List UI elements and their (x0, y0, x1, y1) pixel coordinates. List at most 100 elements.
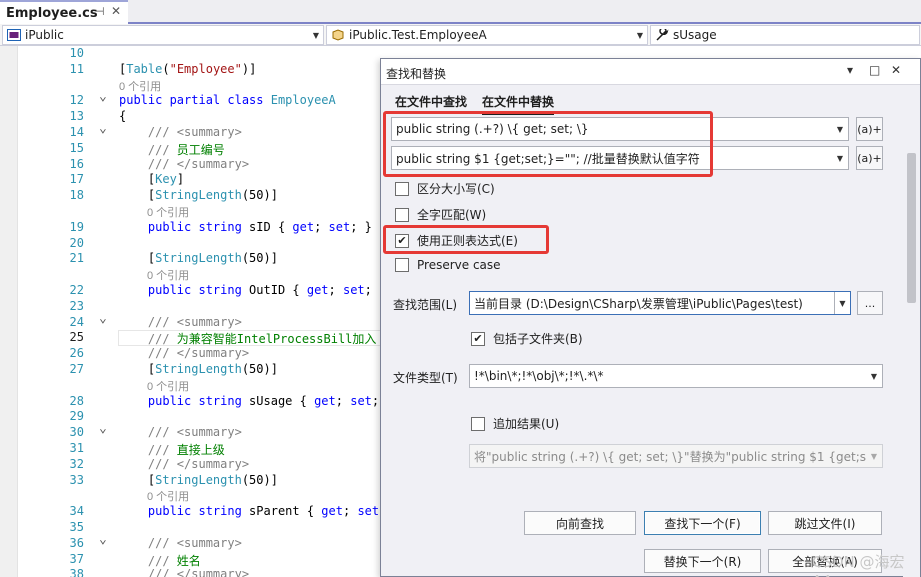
code-text: [Key] (119, 172, 184, 186)
line-number: 18 (69, 188, 84, 203)
replace-next-button[interactable]: 替换下一个(R) (644, 549, 761, 573)
fold-chevron-icon[interactable]: ⌄ (99, 121, 107, 136)
project-dropdown[interactable]: iPublic ▼ (2, 25, 324, 45)
references-label[interactable]: 0 个引用 (147, 488, 189, 504)
results-summary-combo: 将"public string (.+?) \{ get; set; \}"替换… (469, 444, 883, 468)
code-token: public string (119, 219, 250, 234)
dropdown-menu-icon[interactable]: ▾ (847, 63, 853, 77)
code-text: [StringLength(50)] (119, 251, 278, 265)
code-token: (50)] (241, 188, 278, 203)
browse-folder-button[interactable]: ... (857, 291, 883, 315)
tab-find-in-files[interactable]: 在文件中查找 (395, 93, 467, 110)
references-label[interactable]: 0 个引用 (119, 78, 161, 94)
code-token: get (314, 393, 336, 408)
code-token: Table (126, 61, 163, 76)
filetype-combo[interactable]: !*\bin\*;!*\obj\*;!*\.*\* ▼ (469, 364, 883, 388)
dialog-title: 查找和替换 (386, 67, 447, 81)
line-number: 24 (69, 314, 84, 329)
line-number: 27 (69, 362, 84, 376)
scope-label: 查找范围(L) (393, 298, 458, 312)
fold-chevron-icon[interactable]: ⌄ (99, 89, 107, 104)
code-text: /// 员工编号 (119, 141, 225, 158)
include-subfolders-checkbox[interactable]: ✔ (471, 331, 485, 346)
code-text: public string OutID { get; set; } (119, 283, 386, 297)
references-label[interactable]: 0 个引用 (147, 378, 189, 394)
preserve-case-label: Preserve case (417, 258, 501, 272)
line-number: 10 (69, 46, 84, 60)
code-token: ; (371, 393, 380, 408)
references-label[interactable]: 0 个引用 (147, 204, 189, 220)
references-label[interactable]: 0 个引用 (147, 267, 189, 283)
line-number: 36 (69, 535, 84, 550)
code-token: public partial class (119, 93, 271, 108)
chevron-down-icon[interactable]: ▼ (832, 154, 848, 163)
chevron-down-icon[interactable]: ▼ (834, 292, 850, 314)
pin-icon[interactable]: ⊣ (95, 5, 105, 18)
code-token: (50)] (241, 362, 278, 376)
watermark: CSDN @海宏AA (812, 553, 905, 577)
code-text: /// 为兼容智能IntelProcessBill加入 (119, 330, 377, 347)
append-results-option[interactable]: 追加结果(U) (471, 415, 559, 432)
type-dropdown[interactable]: iPublic.Test.EmployeeA ▼ (326, 25, 648, 45)
document-tab-strip: Employee.cs ⊣ ✕ (0, 0, 921, 24)
chevron-down-icon[interactable]: ▼ (866, 372, 882, 381)
find-replace-dialog: 查找和替换 ▾ □ ✕ 在文件中查找 在文件中替换 public string … (380, 58, 921, 577)
match-case-checkbox[interactable] (395, 181, 409, 196)
code-token: public string (119, 504, 250, 519)
scrollbar-thumb[interactable] (907, 153, 916, 303)
line-number: 15 (69, 140, 84, 155)
line-number: 32 (69, 456, 84, 471)
line-number: 13 (69, 109, 84, 124)
fold-chevron-icon[interactable]: ⌄ (99, 532, 107, 547)
find-regex-builder-button[interactable]: (a)+ (856, 117, 883, 141)
line-number: 20 (69, 235, 84, 250)
line-number: 25 (69, 330, 84, 345)
code-token: set (357, 504, 380, 519)
whole-word-option[interactable]: 全字匹配(W) (395, 206, 486, 223)
skip-file-button[interactable]: 跳过文件(I) (768, 511, 882, 535)
line-number: 31 (69, 441, 84, 455)
code-token: 直接上级 (176, 443, 225, 457)
type-dropdown-value: iPublic.Test.EmployeeA (349, 28, 487, 42)
preserve-case-checkbox[interactable] (395, 258, 409, 272)
code-text: /// <summary> (119, 536, 242, 550)
maximize-icon[interactable]: □ (869, 63, 880, 77)
chevron-down-icon[interactable]: ▼ (832, 125, 848, 134)
fold-chevron-icon[interactable]: ⌄ (99, 311, 107, 326)
member-dropdown-value: sUsage (673, 28, 717, 42)
code-token: [ (119, 188, 156, 203)
close-icon[interactable]: ✕ (891, 63, 901, 77)
line-number: 14 (69, 125, 84, 139)
code-token: ; (342, 504, 358, 519)
code-token: set (328, 219, 351, 234)
append-results-checkbox[interactable] (471, 416, 485, 431)
include-subfolders-option[interactable]: ✔ 包括子文件夹(B) (471, 330, 583, 347)
tab-title: Employee.cs (6, 5, 98, 21)
tab-employee-cs[interactable]: Employee.cs ⊣ ✕ (0, 0, 128, 24)
code-text: public string sID { get; set; } (119, 220, 372, 234)
whole-word-checkbox[interactable] (395, 207, 409, 222)
match-case-option[interactable]: 区分大小写(C) (395, 180, 495, 197)
replace-regex-builder-button[interactable]: (a)+ (856, 146, 883, 170)
fold-chevron-icon[interactable]: ⌄ (99, 421, 107, 436)
filetype-combo-value: !*\bin\*;!*\obj\*;!*\.*\* (474, 369, 604, 383)
code-text: public string sParent { get; set; (119, 504, 386, 518)
find-next-button[interactable]: 查找下一个(F) (644, 511, 761, 535)
line-number: 34 (69, 504, 84, 519)
dialog-titlebar[interactable]: 查找和替换 ▾ □ ✕ (381, 59, 920, 85)
code-token: /// (119, 332, 177, 347)
code-token: ( (162, 61, 170, 76)
code-token: [ (119, 172, 156, 187)
preserve-case-option[interactable]: Preserve case (395, 258, 501, 272)
code-text: [StringLength(50)] (119, 188, 278, 202)
line-number: 30 (69, 425, 84, 440)
csharp-project-icon (7, 29, 21, 41)
close-icon[interactable]: ✕ (111, 4, 121, 18)
code-token: /// (119, 553, 177, 568)
scope-combo[interactable]: 当前目录 (D:\Design\CSharp\发票管理\iPublic\Page… (469, 291, 851, 315)
find-previous-button[interactable]: 向前查找 (524, 511, 636, 535)
member-dropdown[interactable]: sUsage (650, 25, 920, 45)
code-token: /// <summary> (119, 425, 242, 440)
line-number: 29 (69, 409, 84, 424)
code-token: EmployeeA (270, 93, 336, 108)
